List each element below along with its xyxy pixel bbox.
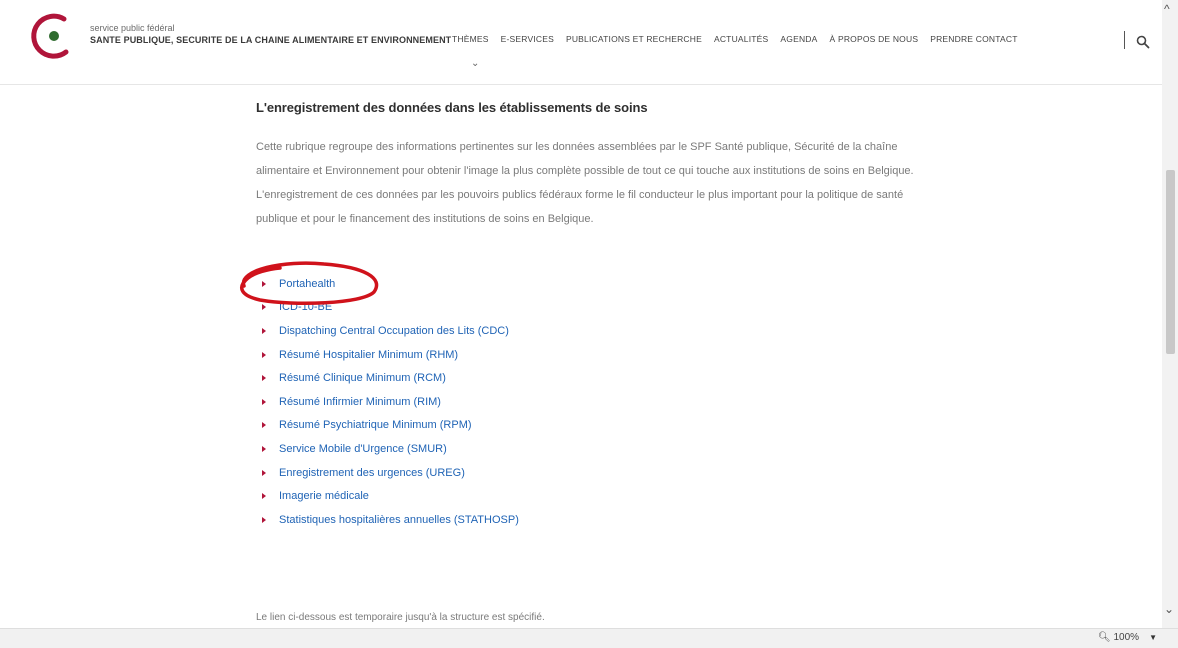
bullet-icon bbox=[262, 351, 266, 358]
header-divider bbox=[0, 84, 1178, 85]
list-item: Résumé Clinique Minimum (RCM) bbox=[262, 366, 519, 390]
link-smur[interactable]: Service Mobile d'Urgence (SMUR) bbox=[279, 443, 447, 455]
list-item: Service Mobile d'Urgence (SMUR) bbox=[262, 437, 519, 461]
main-content: L'enregistrement des données dans les ét… bbox=[256, 100, 946, 231]
chevron-down-icon[interactable]: ▼ bbox=[1149, 633, 1157, 642]
nav-item-contact[interactable]: PRENDRE CONTACT bbox=[930, 34, 1017, 44]
zoom-control[interactable]: 🔍︎ 100% ▼ bbox=[1098, 632, 1157, 643]
nav-item-eservices[interactable]: E-SERVICES bbox=[501, 34, 554, 44]
chevron-down-icon[interactable]: ⌄ bbox=[471, 58, 479, 69]
zoom-level[interactable]: 🔍︎ 100% bbox=[1098, 632, 1139, 643]
link-ureg[interactable]: Enregistrement des urgences (UREG) bbox=[279, 467, 465, 479]
brand-block[interactable]: service public fédéral SANTE PUBLIQUE, S… bbox=[90, 22, 451, 47]
link-rpm[interactable]: Résumé Psychiatrique Minimum (RPM) bbox=[279, 419, 472, 431]
list-item: Imagerie médicale bbox=[262, 484, 519, 508]
logo-icon[interactable] bbox=[30, 12, 74, 60]
bullet-icon bbox=[262, 327, 266, 334]
bullet-icon bbox=[262, 422, 266, 429]
link-rcm[interactable]: Résumé Clinique Minimum (RCM) bbox=[279, 372, 446, 384]
bullet-icon bbox=[262, 375, 266, 382]
scrollbar-thumb[interactable] bbox=[1166, 170, 1175, 354]
intro-paragraph: Cette rubrique regroupe des informations… bbox=[256, 141, 914, 225]
list-item: Enregistrement des urgences (UREG) bbox=[262, 461, 519, 485]
annotation-circle bbox=[240, 261, 379, 306]
bullet-icon bbox=[262, 398, 266, 405]
bullet-icon bbox=[262, 493, 266, 500]
list-item: Résumé Hospitalier Minimum (RHM) bbox=[262, 343, 519, 367]
zoom-value: 100% bbox=[1113, 632, 1140, 643]
nav-item-a-propos[interactable]: À PROPOS DE NOUS bbox=[830, 34, 919, 44]
scroll-up-icon[interactable]: ^ bbox=[1164, 2, 1170, 16]
site-header: service public fédéral SANTE PUBLIQUE, S… bbox=[0, 0, 1178, 84]
list-item: Dispatching Central Occupation des Lits … bbox=[262, 319, 519, 343]
bullet-icon bbox=[262, 445, 266, 452]
bullet-icon bbox=[262, 469, 266, 476]
list-item: Résumé Psychiatrique Minimum (RPM) bbox=[262, 414, 519, 438]
link-imagerie[interactable]: Imagerie médicale bbox=[279, 490, 369, 502]
search-icon[interactable] bbox=[1136, 35, 1150, 49]
nav-divider bbox=[1124, 31, 1125, 49]
footnote-text: Le lien ci-dessous est temporaire jusqu'… bbox=[256, 612, 545, 623]
list-item: Statistiques hospitalières annuelles (ST… bbox=[262, 508, 519, 532]
brand-subtitle: service public fédéral bbox=[90, 23, 175, 33]
link-cdc[interactable]: Dispatching Central Occupation des Lits … bbox=[279, 325, 509, 337]
bullet-icon bbox=[262, 516, 266, 523]
link-rhm[interactable]: Résumé Hospitalier Minimum (RHM) bbox=[279, 349, 458, 361]
list-item: Résumé Infirmier Minimum (RIM) bbox=[262, 390, 519, 414]
link-list: Portahealth ICD-10-BE Dispatching Centra… bbox=[262, 272, 519, 532]
nav-item-agenda[interactable]: AGENDA bbox=[780, 34, 817, 44]
scroll-down-icon[interactable]: ⌄ bbox=[1164, 602, 1174, 616]
brand-title: SANTE PUBLIQUE, SECURITE DE LA CHAINE AL… bbox=[90, 35, 452, 45]
status-bar bbox=[0, 628, 1178, 648]
nav-item-themes[interactable]: THÈMES bbox=[452, 34, 489, 44]
nav-item-publications[interactable]: PUBLICATIONS ET RECHERCHE bbox=[566, 34, 702, 44]
link-rim[interactable]: Résumé Infirmier Minimum (RIM) bbox=[279, 396, 441, 408]
nav-item-actualites[interactable]: ACTUALITÉS bbox=[714, 34, 768, 44]
page-heading: L'enregistrement des données dans les ét… bbox=[256, 100, 648, 115]
main-nav: THÈMES E-SERVICES PUBLICATIONS ET RECHER… bbox=[452, 34, 1030, 44]
link-stathosp[interactable]: Statistiques hospitalières annuelles (ST… bbox=[279, 514, 519, 526]
